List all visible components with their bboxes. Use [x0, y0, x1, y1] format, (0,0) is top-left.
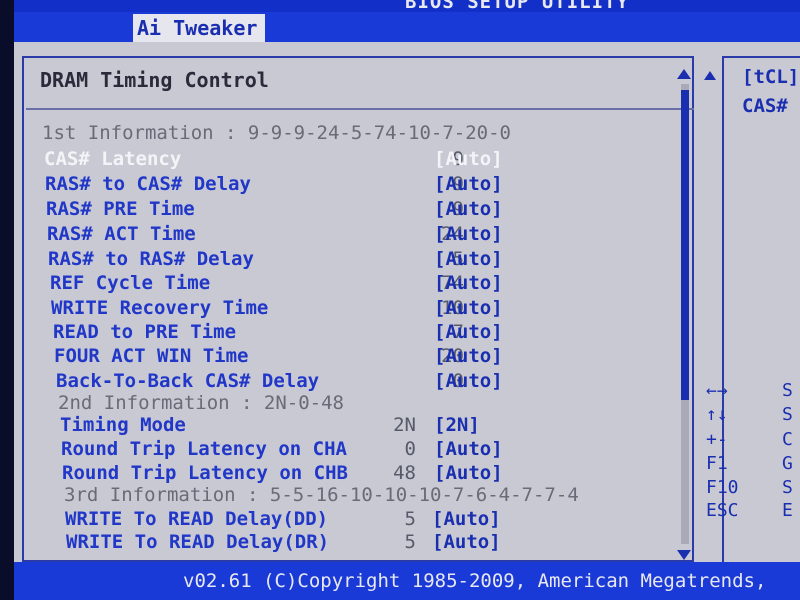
footer-bar: v02.61 (C)Copyright 1985-2009, American … — [0, 562, 800, 600]
setting-row-rtl-cha[interactable]: Round Trip Latency on CHA 0 [Auto] — [61, 437, 541, 461]
info-line-2: 2nd Information : 2N-0-48 — [58, 392, 344, 414]
setting-option[interactable]: [Auto] — [434, 369, 503, 393]
setting-row-ras-pre[interactable]: RAS# PRE Time 9 [Auto] — [46, 197, 526, 221]
setting-option[interactable]: [Auto] — [432, 507, 501, 531]
key-desc: E — [782, 500, 793, 521]
bios-title: BIOS SETUP UTILITY — [405, 0, 629, 12]
setting-value: 2N — [393, 414, 416, 436]
setting-label: Timing Mode — [60, 414, 186, 436]
key-desc: G — [782, 453, 793, 474]
key-esc: ESC — [706, 500, 739, 521]
setting-option[interactable]: [Auto] — [432, 530, 501, 554]
setting-option[interactable]: [Auto] — [434, 296, 503, 320]
setting-row-ras-to-cas[interactable]: RAS# to CAS# Delay 9 [Auto] — [45, 172, 525, 196]
setting-row-timing-mode[interactable]: Timing Mode 2N [2N] — [60, 413, 540, 437]
setting-label: WRITE Recovery Time — [51, 297, 269, 319]
key-plus-minus: +- — [706, 429, 728, 450]
setting-label: READ to PRE Time — [53, 321, 237, 343]
scroll-up-arrow-icon[interactable] — [677, 69, 691, 79]
info-line-1: 1st Information : 9-9-9-24-5-74-10-7-20-… — [42, 122, 511, 144]
setting-label: Back-To-Back CAS# Delay — [56, 370, 320, 392]
tab-strip: Ai Tweaker — [0, 12, 800, 42]
setting-label: RAS# PRE Time — [46, 198, 195, 220]
setting-label: WRITE To READ Delay(DD) — [65, 508, 329, 530]
setting-label: CAS# Latency — [44, 148, 182, 170]
setting-option[interactable]: [Auto] — [434, 271, 503, 295]
setting-label: FOUR ACT WIN Time — [54, 345, 249, 367]
setting-row-four-act-win[interactable]: FOUR ACT WIN Time 20 [Auto] — [54, 344, 534, 368]
setting-row-cas-latency[interactable]: CAS# Latency 9 [Auto] — [44, 147, 524, 171]
key-desc: C — [782, 429, 793, 450]
setting-option[interactable]: [2N] — [434, 413, 480, 437]
setting-value: 5 — [404, 531, 416, 553]
setting-label: REF Cycle Time — [50, 272, 211, 294]
setting-option[interactable]: [Auto] — [434, 461, 503, 485]
key-desc: S — [782, 380, 793, 401]
scrollbar-thumb[interactable] — [681, 90, 689, 400]
setting-option[interactable]: [Auto] — [434, 320, 503, 344]
setting-option[interactable]: [Auto] — [434, 247, 503, 271]
setting-value: 48 — [393, 462, 416, 484]
key-f10: F10 — [706, 477, 739, 498]
setting-option[interactable]: [Auto] — [434, 437, 503, 461]
copyright-text: v02.61 (C)Copyright 1985-2009, American … — [183, 570, 767, 592]
setting-option[interactable]: [Auto] — [434, 197, 503, 221]
setting-value: 0 — [404, 438, 416, 460]
scroll-down-arrow-icon[interactable] — [677, 550, 691, 560]
tab-ai-tweaker[interactable]: Ai Tweaker — [133, 14, 266, 42]
setting-row-ras-act[interactable]: RAS# ACT Time 24 [Auto] — [47, 222, 527, 246]
setting-label: Round Trip Latency on CHB — [62, 462, 348, 484]
setting-label: Round Trip Latency on CHA — [61, 438, 347, 460]
key-desc: S — [782, 477, 793, 498]
setting-label: RAS# to RAS# Delay — [48, 248, 254, 270]
setting-row-rtl-chb[interactable]: Round Trip Latency on CHB 48 [Auto] — [62, 461, 542, 485]
bios-screen: BIOS SETUP UTILITY Ai Tweaker DRAM Timin… — [0, 0, 800, 600]
setting-value: 5 — [404, 508, 416, 530]
key-desc: S — [782, 404, 793, 425]
setting-option[interactable]: [Auto] — [434, 172, 503, 196]
page-title: DRAM Timing Control — [40, 68, 269, 92]
help-line-1: [tCL] — [742, 66, 800, 88]
help-line-2: CAS# — [742, 95, 788, 117]
key-left-right: ←→ — [706, 380, 728, 401]
setting-label: RAS# to CAS# Delay — [45, 173, 251, 195]
key-up-down: ↑↓ — [706, 404, 728, 425]
setting-label: WRITE To READ Delay(DR) — [66, 531, 330, 553]
key-f1: F1 — [706, 453, 728, 474]
setting-option[interactable]: [Auto] — [434, 222, 503, 246]
setting-label: RAS# ACT Time — [47, 223, 196, 245]
setting-row-read-to-pre[interactable]: READ to PRE Time 7 [Auto] — [53, 320, 533, 344]
screen-bezel — [0, 0, 14, 600]
setting-row-write-to-read-dr[interactable]: WRITE To READ Delay(DR) 5 [Auto] — [66, 530, 546, 554]
setting-row-write-to-read-dd[interactable]: WRITE To READ Delay(DD) 5 [Auto] — [65, 507, 545, 531]
heading-divider — [26, 108, 694, 110]
help-scroll-up-icon — [704, 71, 716, 80]
setting-option[interactable]: [Auto] — [434, 344, 503, 368]
info-line-3: 3rd Information : 5-5-16-10-10-10-7-6-4-… — [64, 484, 579, 506]
setting-row-write-recovery[interactable]: WRITE Recovery Time 10 [Auto] — [51, 296, 531, 320]
setting-row-back-to-back[interactable]: Back-To-Back CAS# Delay 0 [Auto] — [56, 369, 536, 393]
setting-option[interactable]: [Auto] — [434, 147, 503, 171]
title-bar: BIOS SETUP UTILITY — [0, 0, 800, 12]
setting-row-ref-cycle[interactable]: REF Cycle Time 74 [Auto] — [50, 271, 530, 295]
setting-row-ras-to-ras[interactable]: RAS# to RAS# Delay 5 [Auto] — [48, 247, 528, 271]
